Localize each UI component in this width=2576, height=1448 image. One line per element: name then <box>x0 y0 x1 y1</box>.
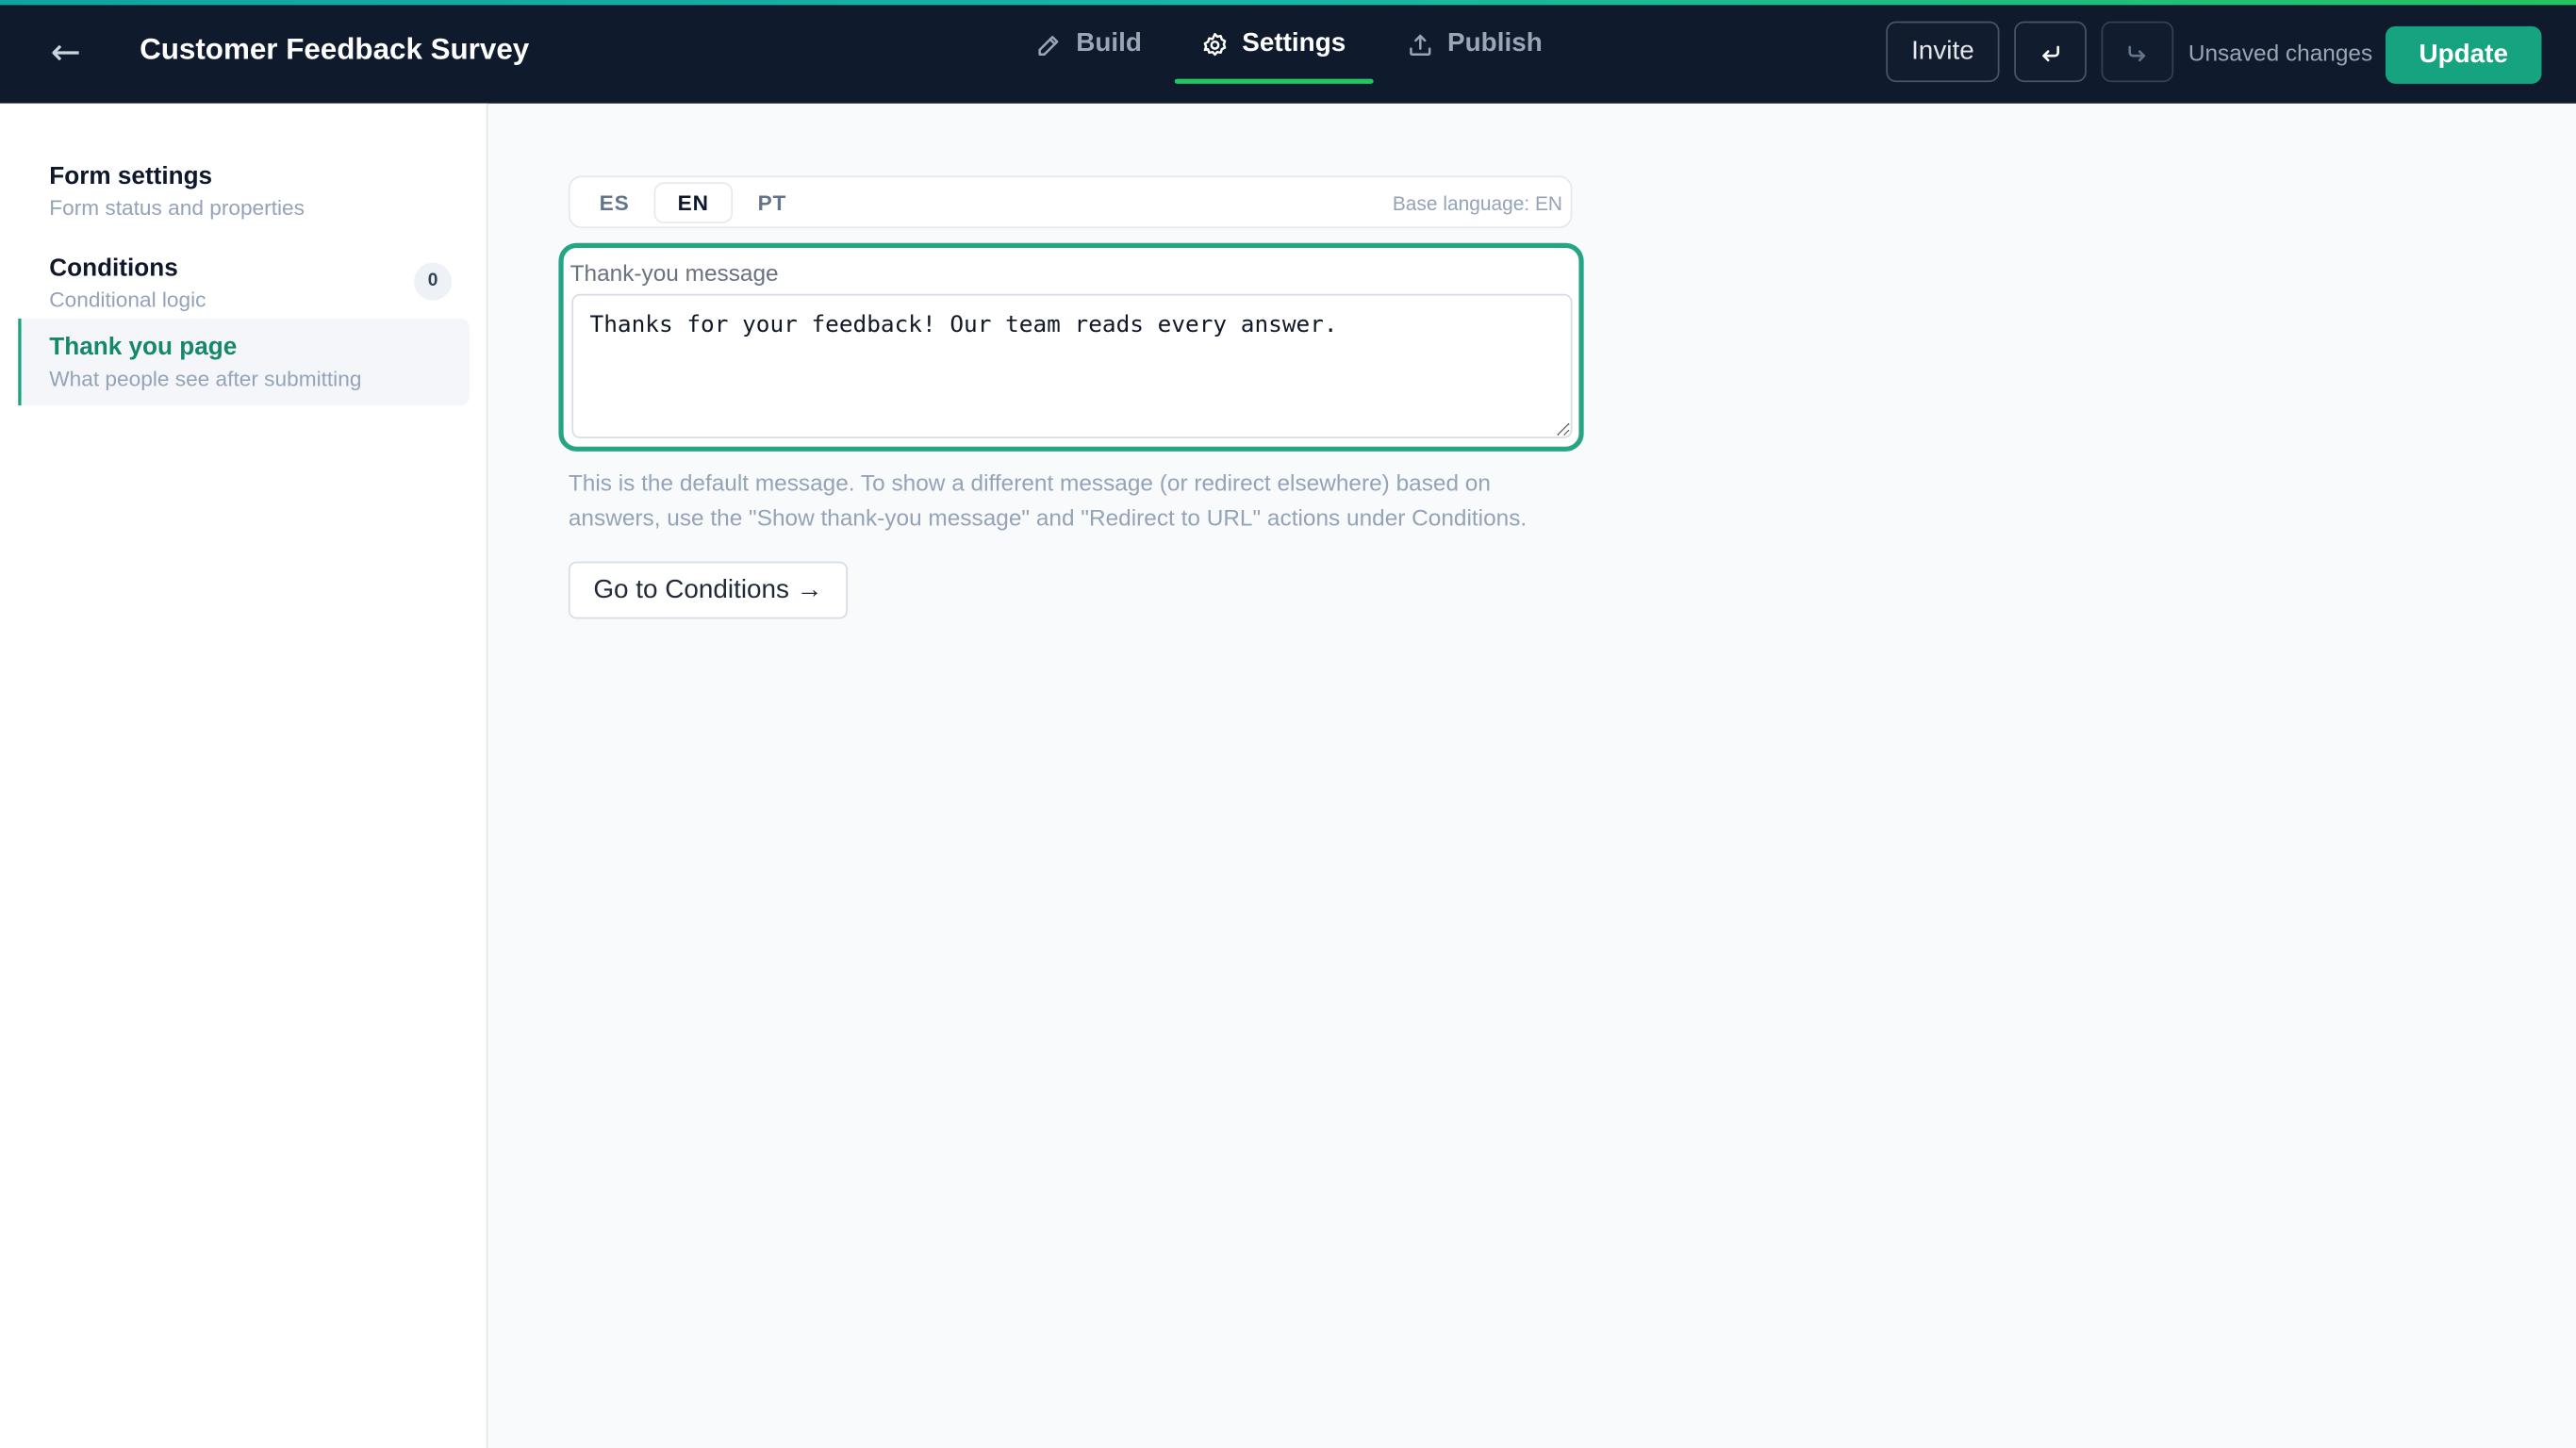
tab-build[interactable]: Build <box>1035 5 1142 84</box>
undo-button[interactable] <box>2014 21 2087 83</box>
base-language-label: Base language: EN <box>1392 191 1563 216</box>
language-switcher: ES EN PT Base language: EN <box>568 175 1573 229</box>
sidebar-item-form-settings[interactable]: Form settings Form status and properties <box>18 148 470 237</box>
sidebar-item-subtitle: Conditional logic <box>49 287 206 312</box>
go-to-conditions-button[interactable]: Go to Conditions → <box>568 561 849 619</box>
tab-settings[interactable]: Settings <box>1201 5 1346 84</box>
sidebar-item-title: Form settings <box>49 162 213 191</box>
form-title: Customer Feedback Survey <box>140 32 530 66</box>
gear-icon <box>1203 32 1227 56</box>
sidebar-item-thank-you-page[interactable]: Thank you page What people see after sub… <box>18 318 471 406</box>
tab-publish[interactable]: Publish <box>1406 5 1543 84</box>
redo-icon <box>2128 44 2146 61</box>
save-status: Unsaved changes <box>2188 39 2373 66</box>
active-tab-indicator <box>1174 78 1374 84</box>
undo-icon <box>2042 44 2059 61</box>
sidebar-item-title: Conditions <box>49 254 178 283</box>
settings-sidebar: Form settings Form status and properties… <box>0 103 488 1448</box>
redo-button[interactable] <box>2101 21 2174 83</box>
update-button[interactable]: Update <box>2385 25 2542 84</box>
conditions-count-badge: 0 <box>414 262 453 301</box>
language-tab-pt[interactable]: PT <box>735 184 810 222</box>
language-tab-en[interactable]: EN <box>655 184 732 222</box>
tab-publish-label: Publish <box>1447 29 1543 58</box>
language-tab-es[interactable]: ES <box>577 184 652 222</box>
invite-button[interactable]: Invite <box>1886 21 2000 83</box>
thank-you-message-input[interactable]: Thanks for your feedback! Our team reads… <box>571 293 1573 438</box>
tab-build-label: Build <box>1076 29 1142 58</box>
thank-you-message-label: Thank-you message <box>570 259 779 287</box>
tab-settings-label: Settings <box>1242 29 1346 58</box>
back-button[interactable]: ← <box>42 31 89 77</box>
arrow-left-icon: ← <box>50 32 81 74</box>
sidebar-item-title: Thank you page <box>49 333 238 362</box>
upload-icon <box>1410 33 1431 56</box>
thank-you-message-card: Thank-you message Thanks for your feedba… <box>558 242 1584 452</box>
top-bar: ← Customer Feedback Survey Build Setting… <box>0 5 2576 104</box>
sidebar-item-subtitle: What people see after submitting <box>49 366 362 391</box>
help-text: This is the default message. To show a d… <box>568 469 1527 531</box>
pencil-icon <box>1038 35 1059 56</box>
sidebar-item-conditions[interactable]: Conditions Conditional logic 0 <box>18 239 470 328</box>
sidebar-item-subtitle: Form status and properties <box>49 195 305 221</box>
app-root: ← Customer Feedback Survey Build Setting… <box>0 0 2576 1448</box>
